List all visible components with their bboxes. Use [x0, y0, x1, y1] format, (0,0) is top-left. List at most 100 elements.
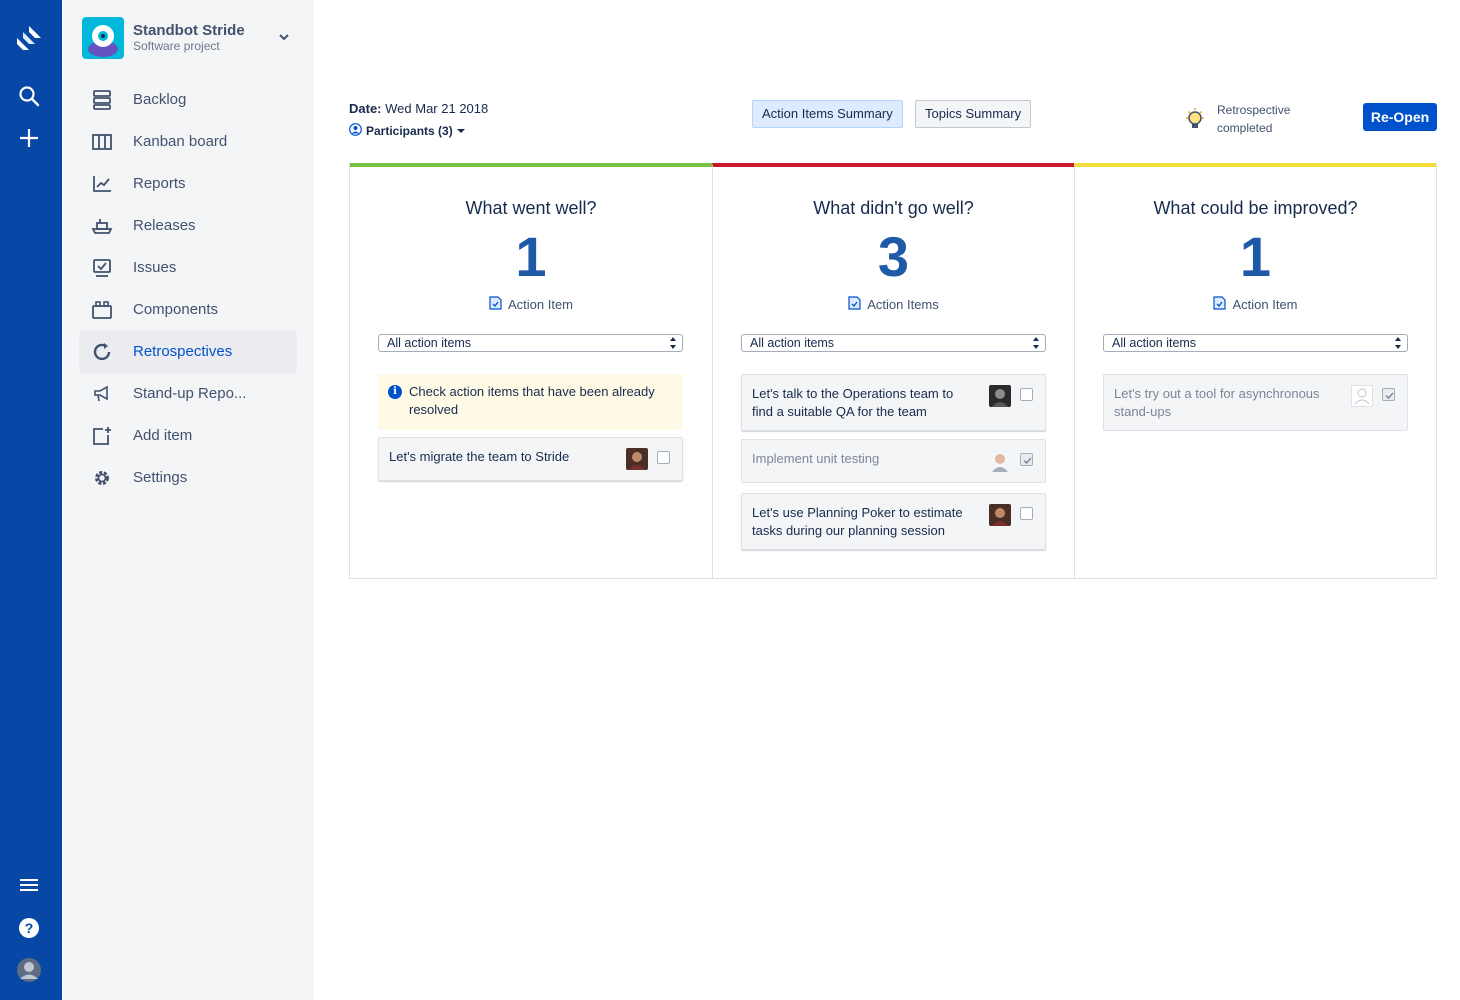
sidebar-item-add-item[interactable]: Add item [79, 415, 297, 457]
action-item-icon [489, 296, 502, 313]
assignee-avatar [626, 448, 648, 470]
sidebar-item-backlog[interactable]: Backlog [79, 79, 297, 121]
action-items-filter-select[interactable]: All action items [1103, 334, 1408, 352]
action-item-label-row: Action Item [350, 296, 712, 313]
status-line-1: Retrospective [1217, 103, 1291, 117]
assignee-avatar [989, 385, 1011, 407]
action-items-filter-select[interactable]: All action items [741, 334, 1046, 352]
date-label: Date: [349, 101, 382, 116]
retro-date: Date: Wed Mar 21 2018 [349, 101, 488, 116]
sidebar-item-settings[interactable]: Settings [79, 457, 297, 499]
sidebar-item-issues[interactable]: Issues [79, 247, 297, 289]
releases-icon [91, 216, 113, 236]
action-item-card[interactable]: Let's talk to the Operations team to fin… [741, 374, 1046, 431]
project-avatar [82, 17, 124, 59]
action-item-count: 1 [515, 225, 547, 288]
caret-down-icon [456, 124, 465, 138]
sidebar-item-retrospectives[interactable]: Retrospectives [79, 331, 297, 373]
sidebar-item-label: Reports [133, 175, 186, 192]
filter-value: All action items [750, 336, 835, 350]
sidebar-item-label: Retrospectives [133, 343, 233, 360]
sidebar-item-label: Issues [133, 259, 177, 276]
action-item-text: Let's use Planning Poker to estimate tas… [752, 505, 963, 538]
user-avatar[interactable] [13, 954, 45, 986]
tab-topics-summary[interactable]: Topics Summary [915, 100, 1032, 128]
filter-value: All action items [387, 336, 472, 350]
retrospective-status: Retrospective completed [1184, 101, 1334, 137]
action-item-label-row: Action Item [1075, 296, 1436, 313]
action-item-text: Let's migrate the team to Stride [389, 449, 570, 464]
action-items-filter-select[interactable]: All action items [378, 334, 683, 352]
retrospective-page: Date: Wed Mar 21 2018 Participants (3) A… [314, 0, 1460, 1000]
resolved-checkbox[interactable] [1020, 453, 1033, 466]
megaphone-icon [91, 384, 113, 404]
resolved-checkbox[interactable] [1020, 507, 1033, 520]
info-text: Check action items that have been alread… [409, 384, 655, 417]
sidebar-item-label: Components [133, 301, 219, 318]
column-went-well: What went well? 1 Action Item All action… [350, 163, 712, 579]
tab-action-items-summary[interactable]: Action Items Summary [752, 100, 903, 128]
action-item-label-row: Action Items [713, 296, 1074, 313]
action-item-text: Let's try out a tool for asynchronous st… [1114, 386, 1320, 419]
project-type: Software project [133, 39, 220, 53]
action-item-icon [848, 296, 861, 313]
add-item-icon [91, 426, 113, 446]
action-item-text: Implement unit testing [752, 451, 880, 466]
sidebar-item-standup-reports[interactable]: Stand-up Repo... [79, 373, 297, 415]
search-icon[interactable] [13, 80, 45, 112]
user-icon [349, 123, 362, 139]
sidebar-item-label: Kanban board [133, 133, 228, 150]
action-item-icon [1213, 296, 1227, 313]
sidebar-item-kanban-board[interactable]: Kanban board [79, 121, 297, 163]
sidebar-item-releases[interactable]: Releases [79, 205, 297, 247]
select-arrows-icon [1033, 337, 1039, 349]
sidebar-item-components[interactable]: Components [79, 289, 297, 331]
project-sidebar: Standbot Stride Software project Backlog… [62, 0, 314, 1000]
sidebar-item-label: Add item [133, 427, 193, 444]
project-name: Standbot Stride [133, 22, 245, 39]
backlog-icon [91, 90, 113, 110]
sidebar-item-reports[interactable]: Reports [79, 163, 297, 205]
chevron-down-icon[interactable] [276, 29, 292, 45]
select-arrows-icon [1395, 337, 1401, 349]
select-arrows-icon [670, 337, 676, 349]
column-title: What could be improved? [1153, 198, 1358, 218]
menu-icon[interactable] [13, 869, 45, 901]
resolved-checkbox[interactable] [657, 451, 670, 464]
action-item-count: 3 [877, 225, 910, 288]
lightbulb-icon [1184, 107, 1206, 133]
sidebar-item-label: Releases [133, 217, 196, 234]
assignee-avatar [989, 450, 1011, 472]
jira-software-logo-icon[interactable] [13, 22, 45, 54]
resolved-checkbox[interactable] [1020, 388, 1033, 401]
action-item-card[interactable]: Let's use Planning Poker to estimate tas… [741, 493, 1046, 550]
action-item-label: Action Item [1232, 297, 1298, 312]
project-switcher[interactable]: Standbot Stride Software project [82, 17, 292, 59]
gear-icon [91, 468, 113, 488]
resolved-checkbox[interactable] [1382, 388, 1395, 401]
retro-board: What went well? 1 Action Item All action… [349, 163, 1437, 579]
sidebar-item-label: Backlog [133, 91, 187, 108]
components-icon [91, 300, 113, 320]
column-title: What didn't go well? [813, 198, 974, 218]
action-item-card[interactable]: Let's try out a tool for asynchronous st… [1103, 374, 1408, 431]
sidebar-item-label: Stand-up Repo... [133, 385, 247, 402]
global-nav: ? [0, 0, 62, 1000]
sidebar-item-label: Settings [133, 469, 188, 486]
action-item-label: Action Items [867, 297, 939, 312]
date-value: Wed Mar 21 2018 [385, 101, 489, 116]
board-icon [91, 132, 113, 152]
help-icon[interactable]: ? [13, 912, 45, 944]
participants-dropdown[interactable]: Participants (3) [349, 123, 465, 139]
action-item-label: Action Item [507, 297, 574, 312]
create-plus-icon[interactable] [13, 122, 45, 154]
action-item-card[interactable]: Let's migrate the team to Stride [378, 437, 683, 481]
unassigned-avatar-icon [1351, 385, 1373, 407]
action-item-text: Let's talk to the Operations team to fin… [752, 386, 954, 419]
action-item-card[interactable]: Implement unit testing [741, 439, 1046, 483]
column-could-be-improved: What could be improved? 1 Action Item Al… [1074, 163, 1436, 579]
assignee-avatar [989, 504, 1011, 526]
info-icon: i [388, 385, 402, 399]
svg-text:?: ? [25, 920, 34, 936]
reopen-button[interactable]: Re-Open [1363, 103, 1437, 131]
